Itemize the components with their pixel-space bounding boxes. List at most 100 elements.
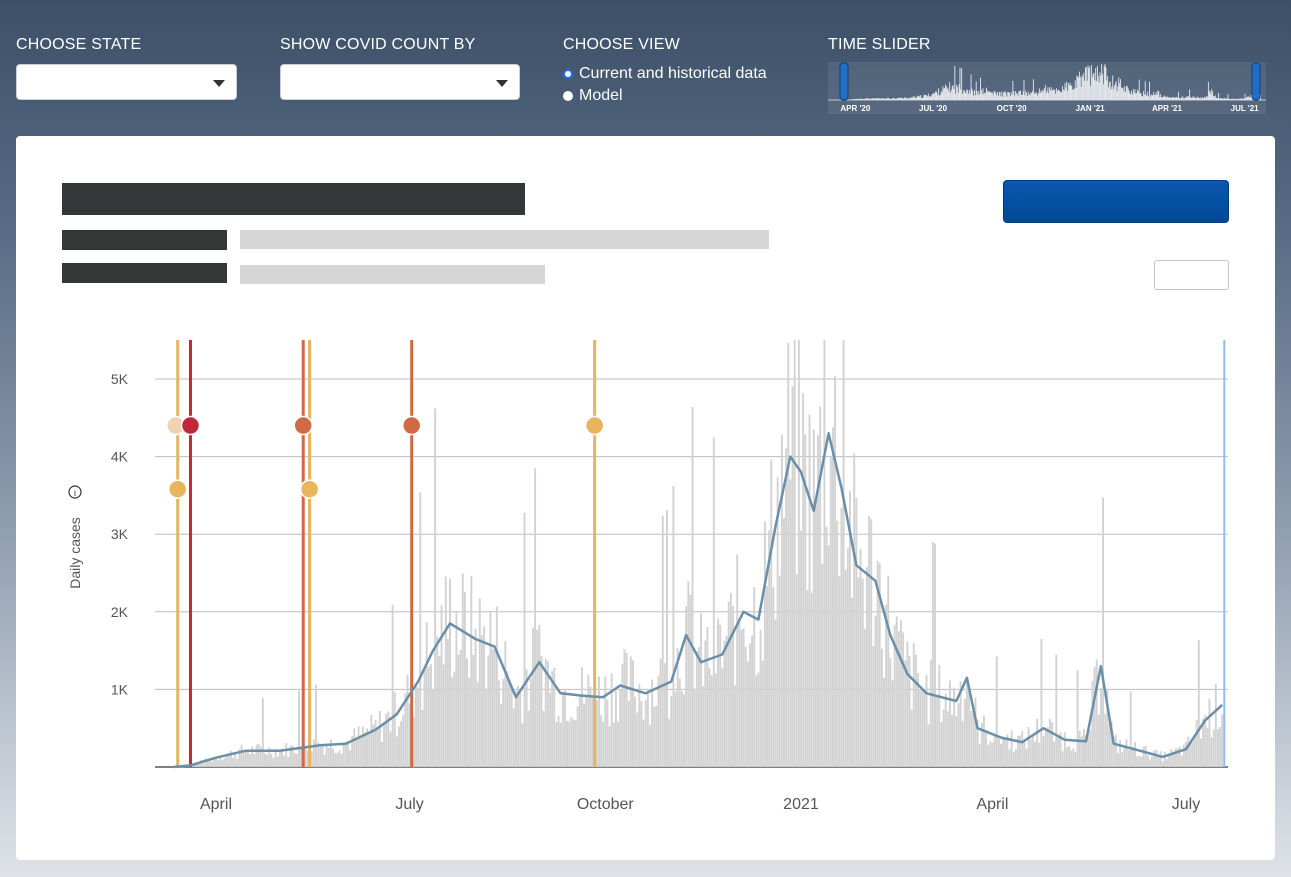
daily-bar xyxy=(1138,755,1141,767)
daily-bar xyxy=(904,660,907,767)
daily-bar xyxy=(1206,727,1209,767)
daily-bar xyxy=(463,592,466,767)
daily-bar xyxy=(757,672,760,767)
daily-bar xyxy=(1163,751,1166,767)
event-dot xyxy=(167,479,188,499)
daily-bar xyxy=(221,760,224,767)
daily-bar xyxy=(995,656,998,767)
daily-bar xyxy=(1208,698,1211,767)
daily-bar xyxy=(632,660,634,767)
daily-bar xyxy=(655,705,658,767)
daily-bar xyxy=(1182,744,1185,767)
daily-bar xyxy=(225,755,228,767)
daily-bar xyxy=(778,575,781,767)
daily-bar xyxy=(819,406,822,767)
daily-bar xyxy=(708,667,711,767)
daily-bar xyxy=(344,742,347,767)
daily-bar xyxy=(453,671,456,767)
daily-bar xyxy=(402,714,405,767)
daily-bar xyxy=(1114,734,1117,767)
daily-bar xyxy=(540,656,543,767)
daily-bar xyxy=(370,715,373,767)
x-tick-label: 2021 xyxy=(783,796,819,813)
daily-bar xyxy=(521,723,524,767)
daily-bar xyxy=(240,744,243,767)
daily-bar xyxy=(602,721,605,767)
daily-bar xyxy=(1004,737,1007,767)
daily-bar xyxy=(585,696,588,767)
daily-bar xyxy=(974,697,977,767)
daily-bar xyxy=(1065,747,1068,767)
daily-bar xyxy=(753,586,756,767)
daily-bar xyxy=(338,750,341,767)
daily-bar xyxy=(951,714,954,767)
daily-bar xyxy=(636,712,639,767)
daily-bar xyxy=(1048,719,1051,767)
daily-bar xyxy=(395,736,398,767)
daily-bar xyxy=(793,340,796,767)
daily-bar xyxy=(1027,726,1030,767)
daily-bar xyxy=(1053,741,1056,767)
daily-bar xyxy=(921,687,924,767)
daily-bar xyxy=(712,437,715,767)
daily-bar xyxy=(346,741,349,767)
daily-bar xyxy=(687,581,690,767)
daily-bar xyxy=(787,343,790,767)
daily-bar xyxy=(210,761,213,767)
daily-bar xyxy=(597,676,600,767)
daily-bar xyxy=(989,741,992,767)
daily-bar xyxy=(1187,736,1190,767)
daily-bar xyxy=(1002,737,1005,767)
daily-bar xyxy=(381,741,383,767)
daily-bar xyxy=(542,710,545,767)
daily-bar xyxy=(700,613,702,767)
daily-bar xyxy=(319,746,322,767)
daily-bar xyxy=(789,479,792,767)
daily-bar xyxy=(1031,735,1034,767)
daily-bar xyxy=(763,521,766,767)
daily-bar xyxy=(498,680,500,767)
daily-bar xyxy=(908,656,911,767)
daily-bar xyxy=(946,711,949,767)
daily-bar xyxy=(640,701,643,767)
daily-bar xyxy=(559,722,562,767)
daily-bar xyxy=(827,545,830,767)
daily-cases-chart: 1K 2K 3K 4K 5K April July October 2021 April July D… xyxy=(67,340,1228,813)
daily-bar xyxy=(846,548,849,767)
daily-bar xyxy=(257,743,260,767)
daily-bar xyxy=(938,664,941,767)
daily-bar xyxy=(948,680,951,767)
daily-bar xyxy=(934,543,936,767)
daily-bar xyxy=(1180,755,1183,767)
daily-bar xyxy=(1036,719,1039,767)
daily-bar xyxy=(406,674,409,767)
daily-bar xyxy=(1153,750,1156,767)
daily-bar xyxy=(1023,741,1026,767)
daily-bar xyxy=(353,728,356,767)
daily-bar xyxy=(517,686,520,767)
daily-bar xyxy=(940,722,943,767)
daily-bar xyxy=(725,635,728,767)
daily-bar xyxy=(642,719,645,767)
x-tick-label: July xyxy=(1172,796,1200,813)
daily-bar xyxy=(863,628,866,767)
daily-bar xyxy=(374,719,377,767)
daily-bar xyxy=(549,692,551,767)
info-icon-glyph: i xyxy=(74,488,76,498)
daily-bar xyxy=(617,721,620,767)
daily-bar xyxy=(1199,738,1202,767)
daily-bar xyxy=(357,726,360,767)
daily-bar xyxy=(1089,729,1092,767)
daily-bar xyxy=(376,727,379,767)
daily-bar xyxy=(1121,752,1124,767)
x-tick-label: April xyxy=(200,796,232,813)
daily-bar xyxy=(853,453,856,767)
daily-bar xyxy=(1140,756,1143,767)
daily-bar xyxy=(276,756,279,767)
daily-bar xyxy=(851,597,854,767)
daily-bar xyxy=(1197,640,1200,767)
y-tick-label: 3K xyxy=(111,526,129,542)
daily-bar xyxy=(359,736,362,767)
daily-bar xyxy=(774,619,777,767)
daily-bar xyxy=(957,703,960,767)
